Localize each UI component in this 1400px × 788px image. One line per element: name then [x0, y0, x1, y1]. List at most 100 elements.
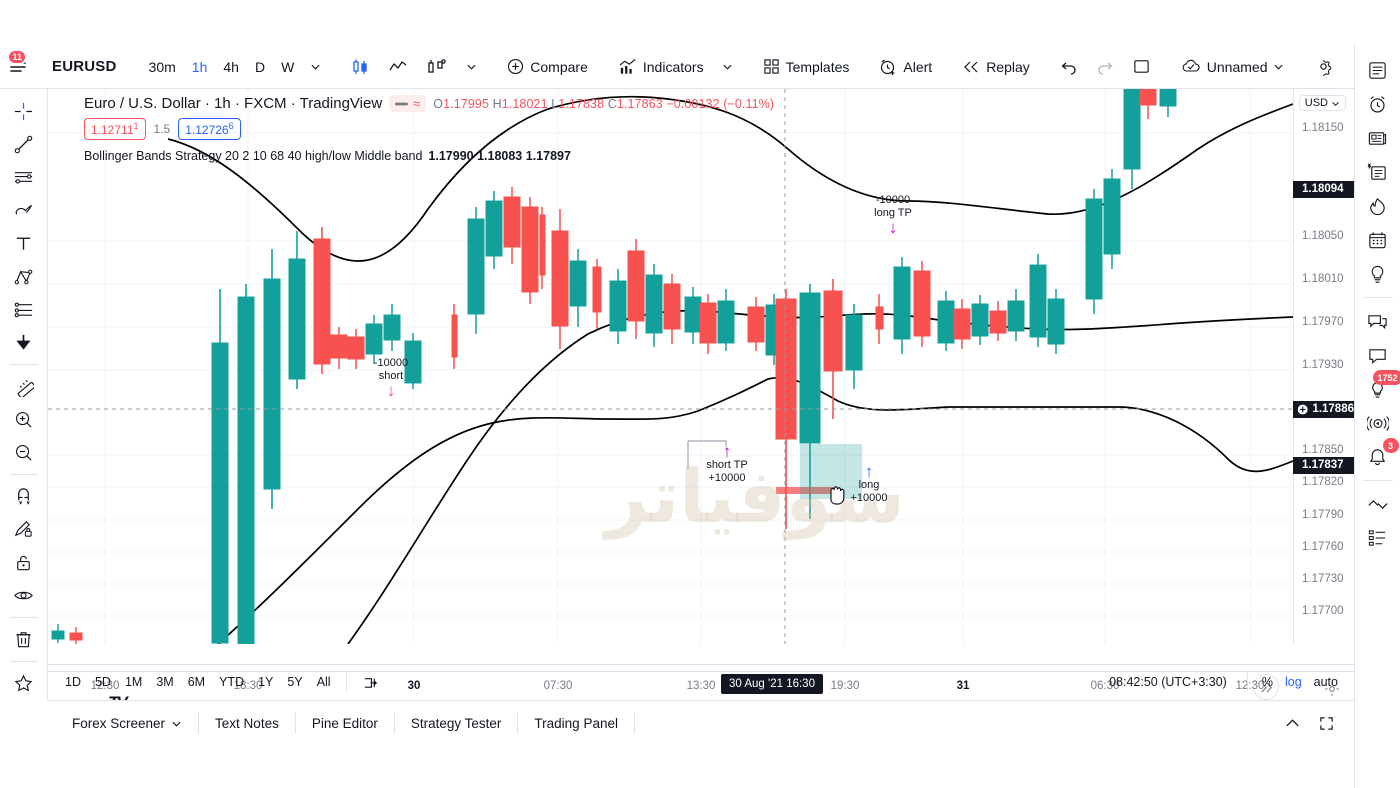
crosshair-tool-button[interactable] [5, 95, 43, 128]
chart-type-candles-button[interactable] [341, 52, 379, 82]
chart-plot[interactable] [48, 89, 1293, 644]
watchlist-icon [1369, 61, 1386, 79]
trend-line-tool-button[interactable] [5, 128, 43, 161]
tab-trading-panel[interactable]: Trading Panel [518, 701, 634, 746]
layout-select-button[interactable] [1123, 52, 1160, 82]
divider [1246, 673, 1248, 691]
remove-drawings-button[interactable] [5, 623, 43, 656]
hotlist-button[interactable] [1360, 189, 1396, 223]
main-menu-button[interactable]: 11 [7, 48, 28, 82]
tab-forex-screener[interactable]: Forex Screener [56, 701, 198, 746]
indicators-button[interactable]: Indicators [609, 52, 713, 82]
brush-tool-button[interactable] [5, 194, 43, 227]
price-scale[interactable]: 1.18150 1.18050 1.18010 1.17970 1.17930 … [1293, 89, 1354, 644]
public-chat-button[interactable] [1360, 304, 1396, 338]
measure-tool-button[interactable] [5, 370, 43, 403]
calendar-button[interactable] [1360, 223, 1396, 257]
price-tick: 1.17930 [1302, 359, 1344, 371]
goto-date-button[interactable] [355, 670, 386, 695]
percent-scale-button[interactable]: % [1256, 671, 1279, 693]
log-scale-button[interactable]: log [1279, 671, 1308, 693]
pattern-tool-button[interactable] [5, 293, 43, 326]
chevron-down-icon [311, 64, 320, 70]
collapse-panel-button[interactable] [1278, 709, 1306, 737]
chart-type-bars-button[interactable] [417, 52, 457, 82]
range-1d[interactable]: 1D [58, 671, 88, 693]
interval-1h[interactable]: 1h [184, 52, 216, 82]
indicators-dropdown-button[interactable] [713, 52, 742, 82]
ideas-stream-button[interactable]: 1752 [1360, 370, 1400, 406]
tab-strategy-tester[interactable]: Strategy Tester [395, 701, 518, 746]
templates-button[interactable]: Templates [754, 52, 859, 82]
zoom-in-button[interactable] [5, 403, 43, 436]
zoom-out-button[interactable] [5, 436, 43, 469]
range-toolbar: 1D 5D 1M 3M 6M YTD 1Y 5Y All 08:42:50 (U… [48, 664, 1354, 699]
marker-arrow-up-icon: ↑ [864, 462, 874, 481]
range-1m[interactable]: 1M [118, 671, 149, 693]
range-5y[interactable]: 5Y [280, 671, 309, 693]
interval-w[interactable]: W [273, 52, 302, 82]
replay-button[interactable]: Replay [953, 52, 1039, 82]
range-all[interactable]: All [310, 671, 338, 693]
arrow-down-tool-button[interactable] [5, 326, 43, 359]
hide-drawings-button[interactable] [5, 579, 43, 612]
legend-header: Euro / U.S. Dollar · 1h · FXCM · Trading… [84, 95, 774, 112]
favorites-button[interactable] [5, 667, 43, 700]
plus-circle-icon[interactable] [1297, 403, 1308, 416]
ask-price[interactable]: 1.127266 [178, 118, 241, 140]
pencil-lock-icon [14, 520, 32, 537]
right-toolbar: 1752 3 [1354, 45, 1400, 788]
alerts-manager-button[interactable] [1360, 87, 1396, 121]
interval-d[interactable]: D [247, 52, 273, 82]
horizontal-lines-icon [14, 172, 33, 184]
currency-selector[interactable]: USD [1298, 95, 1346, 111]
trend-line-icon [14, 135, 33, 154]
chart-type-dropdown-button[interactable] [457, 52, 486, 82]
redo-button[interactable] [1087, 52, 1123, 82]
magnet-tool-button[interactable] [5, 480, 43, 513]
order-panel-button[interactable] [1360, 521, 1396, 555]
data-window-button[interactable] [1360, 155, 1396, 189]
broadcast-button[interactable] [1360, 406, 1396, 440]
interval-dropdown-button[interactable] [302, 52, 329, 82]
replay-icon [964, 61, 978, 72]
alert-button[interactable]: Alert [870, 52, 941, 82]
tradingview-app: 11 EURUSD 30m 1h 4h D W Compare Indicato… [0, 0, 1400, 788]
study-legend[interactable]: Bollinger Bands Strategy 20 2 10 68 40 h… [84, 149, 774, 163]
range-3m[interactable]: 3M [149, 671, 180, 693]
text-tool-button[interactable] [5, 227, 43, 260]
pitchfork-tool-button[interactable] [5, 260, 43, 293]
interval-4h[interactable]: 4h [215, 52, 247, 82]
chart-settings-button[interactable] [1305, 52, 1342, 82]
interval-group: 30m 1h 4h D W [141, 45, 330, 88]
range-1y[interactable]: 1Y [251, 671, 280, 693]
maximize-panel-button[interactable] [1312, 709, 1340, 737]
horizontal-lines-tool-button[interactable] [5, 161, 43, 194]
stay-in-drawing-mode-button[interactable] [5, 513, 43, 546]
range-ytd[interactable]: YTD [212, 671, 251, 693]
range-6m[interactable]: 6M [181, 671, 212, 693]
undo-arrow-icon [1061, 62, 1076, 75]
auto-scale-button[interactable]: auto [1308, 671, 1344, 693]
divider [9, 473, 38, 475]
redo-arrow-icon [1098, 62, 1113, 75]
bid-price[interactable]: 1.127111 [84, 118, 146, 140]
saved-layout-button[interactable]: Unnamed [1172, 52, 1294, 82]
chart-type-line-button[interactable] [379, 52, 417, 82]
watchlist-button[interactable] [1360, 53, 1396, 87]
compare-button[interactable]: Compare [498, 52, 597, 82]
interval-30m[interactable]: 30m [141, 52, 184, 82]
symbol-search-button[interactable]: EURUSD [40, 52, 129, 82]
private-chat-button[interactable] [1360, 338, 1396, 372]
chart-area[interactable]: سوفیاتر TV -10000 short ↓ ↑ short TP +10… [48, 89, 1354, 700]
tab-text-notes[interactable]: Text Notes [199, 701, 295, 746]
tab-pine-editor[interactable]: Pine Editor [296, 701, 394, 746]
legend-status-pill[interactable]: ≈ [389, 95, 427, 112]
ideas-button[interactable] [1360, 257, 1396, 291]
range-5d[interactable]: 5D [88, 671, 118, 693]
alerts-bell-button[interactable]: 3 [1360, 438, 1399, 474]
chevrons-button[interactable] [1360, 487, 1396, 521]
lock-drawings-button[interactable] [5, 546, 43, 579]
undo-button[interactable] [1051, 52, 1087, 82]
news-button[interactable] [1360, 121, 1396, 155]
